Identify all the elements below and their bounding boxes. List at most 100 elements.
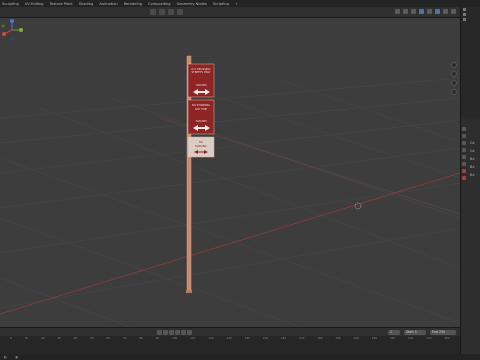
3d-viewport[interactable]: N 2 CROSSING STREETS ONLY 7AM-9PM NO STA… <box>0 18 460 327</box>
x-axis-line <box>0 172 460 315</box>
collection-icon <box>463 8 466 11</box>
wireframe-shading-icon[interactable] <box>427 9 432 14</box>
ruler-tick: 40 <box>73 336 78 340</box>
snap-icon[interactable] <box>168 9 174 15</box>
frame-ruler: 0 10 20 30 40 50 60 70 80 90 100 110 120… <box>0 336 460 340</box>
render-tab-icon[interactable] <box>462 134 466 138</box>
object-icon <box>463 18 466 21</box>
ruler-tick: 170 <box>299 336 305 340</box>
property-label: Ba <box>470 165 475 169</box>
pole-base <box>186 290 192 293</box>
sign-panel-2-line2: ANY TIME <box>195 107 208 111</box>
material-shading-icon[interactable] <box>443 9 448 14</box>
property-label: Ba <box>470 157 475 161</box>
pan-hand-icon[interactable] <box>451 71 457 77</box>
tab-sculpting[interactable]: Sculpting <box>2 2 19 6</box>
ruler-tick: 80 <box>139 336 143 340</box>
tab-geometry-nodes[interactable]: Geometry Nodes <box>177 2 207 6</box>
playback-controls <box>157 330 192 335</box>
pivot-point-icon[interactable] <box>159 9 165 15</box>
workspace-tabs-bar: Sculpting UV Editing Texture Paint Shadi… <box>0 0 480 7</box>
ruler-tick: 0 <box>10 336 12 340</box>
view-layer-tab-icon[interactable] <box>462 148 466 152</box>
tab-texture-paint[interactable]: Texture Paint <box>50 2 73 6</box>
end-frame-field[interactable]: End 250 <box>430 330 456 335</box>
end-frame-label: End <box>432 330 439 334</box>
end-frame-value: 250 <box>439 330 446 334</box>
tab-scripting[interactable]: Scripting <box>213 2 229 6</box>
tab-animation[interactable]: Animation <box>99 2 117 6</box>
transform-orientation-dropdown[interactable] <box>150 9 156 15</box>
ruler-tick: 10 <box>24 336 29 340</box>
tab-rendering[interactable]: Rendering <box>124 2 142 6</box>
ruler-tick: 110 <box>190 336 196 340</box>
object-tab-icon[interactable] <box>462 169 466 173</box>
ruler-tick: 90 <box>155 336 160 340</box>
right-editors: Ca Ca Ba Ba Ba <box>460 7 480 360</box>
jump-start-icon[interactable] <box>157 330 162 335</box>
viewport-scene: N 2 CROSSING STREETS ONLY 7AM-9PM NO STA… <box>0 55 460 327</box>
ruler-tick: 150 <box>262 336 269 340</box>
modifier-tab-icon[interactable] <box>462 176 466 180</box>
ruler-tick: 190 <box>335 336 341 340</box>
properties-editor[interactable]: Ca Ca Ba Ba Ba <box>461 119 480 360</box>
sign-panel-3-line2: PARKING <box>195 144 206 148</box>
current-frame-field[interactable]: 1 <box>388 330 400 335</box>
ruler-tick: 210 <box>371 336 378 340</box>
ruler-tick: 50 <box>90 336 94 340</box>
outliner-row[interactable] <box>461 17 480 22</box>
sign-panel-1-line2: STREETS ONLY <box>191 70 210 74</box>
add-workspace-button[interactable]: + <box>235 2 238 6</box>
solid-shading-icon[interactable] <box>435 9 440 14</box>
ruler-tick: 130 <box>226 336 232 340</box>
properties-tabs <box>462 127 466 180</box>
ruler-tick: 140 <box>244 336 250 340</box>
jump-end-icon[interactable] <box>187 330 192 335</box>
prev-keyframe-icon[interactable] <box>163 330 168 335</box>
property-label: Ca <box>470 149 475 153</box>
outliner[interactable] <box>461 7 480 117</box>
proportional-edit-icon[interactable] <box>177 9 183 15</box>
tab-shading[interactable]: Shading <box>79 2 94 6</box>
start-frame-field[interactable]: Start 1 <box>404 330 426 335</box>
rendered-shading-icon[interactable] <box>451 9 456 14</box>
mouse-pan-icon: ◨ <box>14 355 18 359</box>
object-icon <box>463 13 466 16</box>
zoom-icon[interactable] <box>451 62 457 68</box>
ruler-tick: 60 <box>106 336 111 340</box>
sign-panel-2-line3: 7AM-9PM <box>195 120 206 123</box>
ruler-tick: 250 <box>444 336 450 340</box>
tab-compositing[interactable]: Compositing <box>148 2 171 6</box>
overlay-icon[interactable] <box>411 9 416 14</box>
xray-icon[interactable] <box>419 9 424 14</box>
shading-tools <box>395 9 456 14</box>
tab-uv-editing[interactable]: UV Editing <box>25 2 44 6</box>
ruler-tick: 100 <box>171 336 178 340</box>
status-bar: ◧ ◨ <box>0 354 480 360</box>
timeline[interactable]: 0 10 20 30 40 50 60 70 80 90 100 110 120… <box>0 336 460 354</box>
ruler-tick: 240 <box>426 336 432 340</box>
sign-panel-2-line1: NO STANDING <box>192 103 210 107</box>
output-tab-icon[interactable] <box>462 141 466 145</box>
camera-view-icon[interactable] <box>451 80 457 86</box>
play-icon[interactable] <box>175 330 180 335</box>
perspective-toggle-icon[interactable] <box>451 89 457 95</box>
scene-tab-icon[interactable] <box>462 155 466 159</box>
property-label: Ba <box>470 173 475 177</box>
next-keyframe-icon[interactable] <box>181 330 186 335</box>
world-tab-icon[interactable] <box>462 162 466 166</box>
ruler-tick: 200 <box>353 336 359 340</box>
ruler-tick: 70 <box>122 336 127 340</box>
viewport-header <box>0 7 460 18</box>
play-reverse-icon[interactable] <box>169 330 174 335</box>
tool-tab-icon[interactable] <box>462 127 466 131</box>
navigation-gizmo[interactable] <box>0 18 24 42</box>
start-frame-value: 1 <box>414 330 417 334</box>
gizmo-icon[interactable] <box>403 9 408 14</box>
properties-content: Ca Ca Ba Ba Ba <box>470 141 474 177</box>
transform-tools <box>150 9 183 15</box>
ruler-tick: 20 <box>40 336 45 340</box>
property-label: Ca <box>470 141 475 145</box>
visibility-icon[interactable] <box>395 9 400 14</box>
viewport-nav-buttons <box>451 62 457 95</box>
